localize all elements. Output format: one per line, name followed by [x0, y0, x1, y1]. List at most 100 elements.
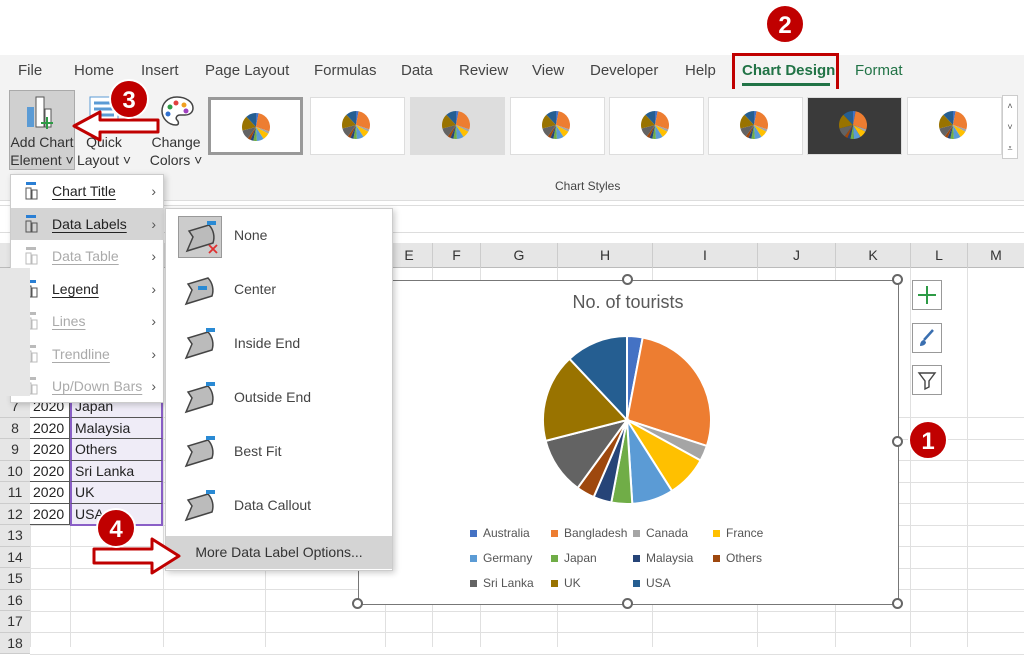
- resize-handle[interactable]: [892, 436, 903, 447]
- country-cell[interactable]: Others: [70, 439, 163, 461]
- add-chart-element-menu: Chart Title › Data Labels › Data Table › Legen…: [10, 174, 164, 403]
- legend-swatch: [470, 580, 477, 587]
- column-header-J[interactable]: J: [757, 243, 835, 268]
- legend-swatch: [551, 580, 558, 587]
- column-header-H[interactable]: H: [557, 243, 652, 268]
- row-header[interactable]: 18: [0, 632, 30, 654]
- chevron-right-icon: ›: [151, 183, 156, 199]
- legend-item[interactable]: Australia: [470, 526, 530, 540]
- chart-style-5[interactable]: [609, 97, 704, 155]
- menu-item-data-labels[interactable]: Data Labels ›: [11, 207, 164, 240]
- chart-style-7[interactable]: [807, 97, 902, 155]
- row-header[interactable]: 8: [0, 417, 30, 439]
- submenu-item-none[interactable]: None: [166, 209, 393, 263]
- chart-style-3[interactable]: [410, 97, 505, 155]
- chart-filters-button[interactable]: [912, 365, 942, 395]
- menu-item-legend[interactable]: Legend ›: [11, 273, 164, 305]
- resize-handle[interactable]: [892, 598, 903, 609]
- submenu-item-label: Data Callout: [234, 497, 312, 513]
- column-header-G[interactable]: G: [480, 243, 557, 268]
- chart-style-6[interactable]: [708, 97, 803, 155]
- tab-view[interactable]: View: [532, 62, 564, 79]
- menu-item-trendline: Trendline ›: [11, 338, 164, 370]
- year-cell[interactable]: 2020: [30, 439, 70, 461]
- tab-file[interactable]: File: [18, 62, 42, 79]
- legend-item[interactable]: Malaysia: [633, 551, 693, 565]
- chart-style-4[interactable]: [510, 97, 605, 155]
- legend-item[interactable]: UK: [551, 576, 581, 590]
- legend-item[interactable]: USA: [633, 576, 671, 590]
- country-cell[interactable]: UK: [70, 482, 163, 504]
- year-cell[interactable]: 2020: [30, 460, 70, 482]
- more-data-label-options[interactable]: More Data Label Options...: [166, 536, 392, 569]
- tab-chart-design[interactable]: Chart Design: [742, 62, 835, 79]
- chart-style-8[interactable]: [907, 97, 1002, 155]
- submenu-item-data-callout[interactable]: Data Callout: [166, 479, 393, 533]
- legend-item[interactable]: Others: [713, 551, 762, 565]
- resize-handle[interactable]: [622, 274, 633, 285]
- year-cell[interactable]: 2020: [30, 482, 70, 504]
- tab-page-layout[interactable]: Page Layout: [205, 62, 289, 79]
- tab-home[interactable]: Home: [74, 62, 114, 79]
- chart-styles-button[interactable]: [912, 323, 942, 353]
- submenu-item-best-fit[interactable]: Best Fit: [166, 425, 393, 479]
- legend-label: Germany: [483, 551, 533, 565]
- menu-item-chart-title[interactable]: Chart Title ›: [11, 175, 164, 207]
- tab-help[interactable]: Help: [685, 62, 716, 79]
- chart-elements-button[interactable]: [912, 280, 942, 310]
- row-header[interactable]: 17: [0, 611, 30, 633]
- row-header[interactable]: 14: [0, 546, 30, 568]
- submenu-item-label: Best Fit: [234, 443, 282, 459]
- row-header[interactable]: 12: [0, 503, 30, 525]
- tab-review[interactable]: Review: [459, 62, 508, 79]
- column-header-M[interactable]: M: [967, 243, 1024, 268]
- tab-developer[interactable]: Developer: [590, 62, 658, 79]
- column-header-F[interactable]: F: [432, 243, 480, 268]
- row-header[interactable]: 16: [0, 589, 30, 611]
- submenu-item-center[interactable]: Center: [166, 263, 393, 317]
- legend-label: Others: [726, 551, 763, 565]
- legend-item[interactable]: Sri Lanka: [470, 576, 534, 590]
- menu-item-lines: Lines ›: [11, 305, 164, 337]
- chart-style-1[interactable]: [208, 97, 303, 155]
- tab-insert[interactable]: Insert: [141, 62, 179, 79]
- row-header[interactable]: 15: [0, 568, 30, 590]
- legend-item[interactable]: France: [713, 526, 763, 540]
- step-badge-1: 1: [908, 420, 948, 460]
- styles-scroll[interactable]: ˄ ˅ ⩡: [1002, 95, 1018, 159]
- row-header[interactable]: 11: [0, 482, 30, 504]
- country-cell[interactable]: Malaysia: [70, 417, 163, 439]
- column-header-K[interactable]: K: [835, 243, 910, 268]
- legend-item[interactable]: Germany: [470, 551, 532, 565]
- row-header[interactable]: 13: [0, 525, 30, 547]
- resize-handle[interactable]: [892, 274, 903, 285]
- resize-handle[interactable]: [352, 598, 363, 609]
- step-badge-2: 2: [765, 4, 805, 44]
- chart-style-2[interactable]: [310, 97, 405, 155]
- country-cell[interactable]: Sri Lanka: [70, 460, 163, 482]
- row-header[interactable]: 10: [0, 460, 30, 482]
- pie-chart[interactable]: [537, 330, 717, 510]
- resize-handle[interactable]: [622, 598, 633, 609]
- grid-line: [30, 610, 1024, 612]
- year-cell[interactable]: 2020: [30, 417, 70, 439]
- thumb-pie-icon: [939, 111, 967, 139]
- tab-formulas[interactable]: Formulas: [314, 62, 377, 79]
- thumb-pie-icon: [740, 111, 768, 139]
- add-chart-element-icon: [27, 96, 53, 129]
- chart-title[interactable]: No. of tourists: [358, 292, 898, 313]
- column-header-L[interactable]: L: [910, 243, 967, 268]
- row-header[interactable]: 9: [0, 439, 30, 461]
- tab-data[interactable]: Data: [401, 62, 433, 79]
- tab-format[interactable]: Format: [855, 62, 903, 79]
- legend-item[interactable]: Bangladesh: [551, 526, 627, 540]
- legend-swatch: [551, 530, 558, 537]
- year-cell[interactable]: 2020: [30, 503, 70, 525]
- menu-item-label: Data Table: [52, 248, 119, 264]
- chevron-right-icon: ›: [151, 248, 156, 264]
- submenu-item-inside-end[interactable]: Inside End: [166, 317, 393, 371]
- legend-item[interactable]: Canada: [633, 526, 688, 540]
- column-header-I[interactable]: I: [652, 243, 757, 268]
- legend-item[interactable]: Japan: [551, 551, 597, 565]
- submenu-item-outside-end[interactable]: Outside End: [166, 371, 393, 425]
